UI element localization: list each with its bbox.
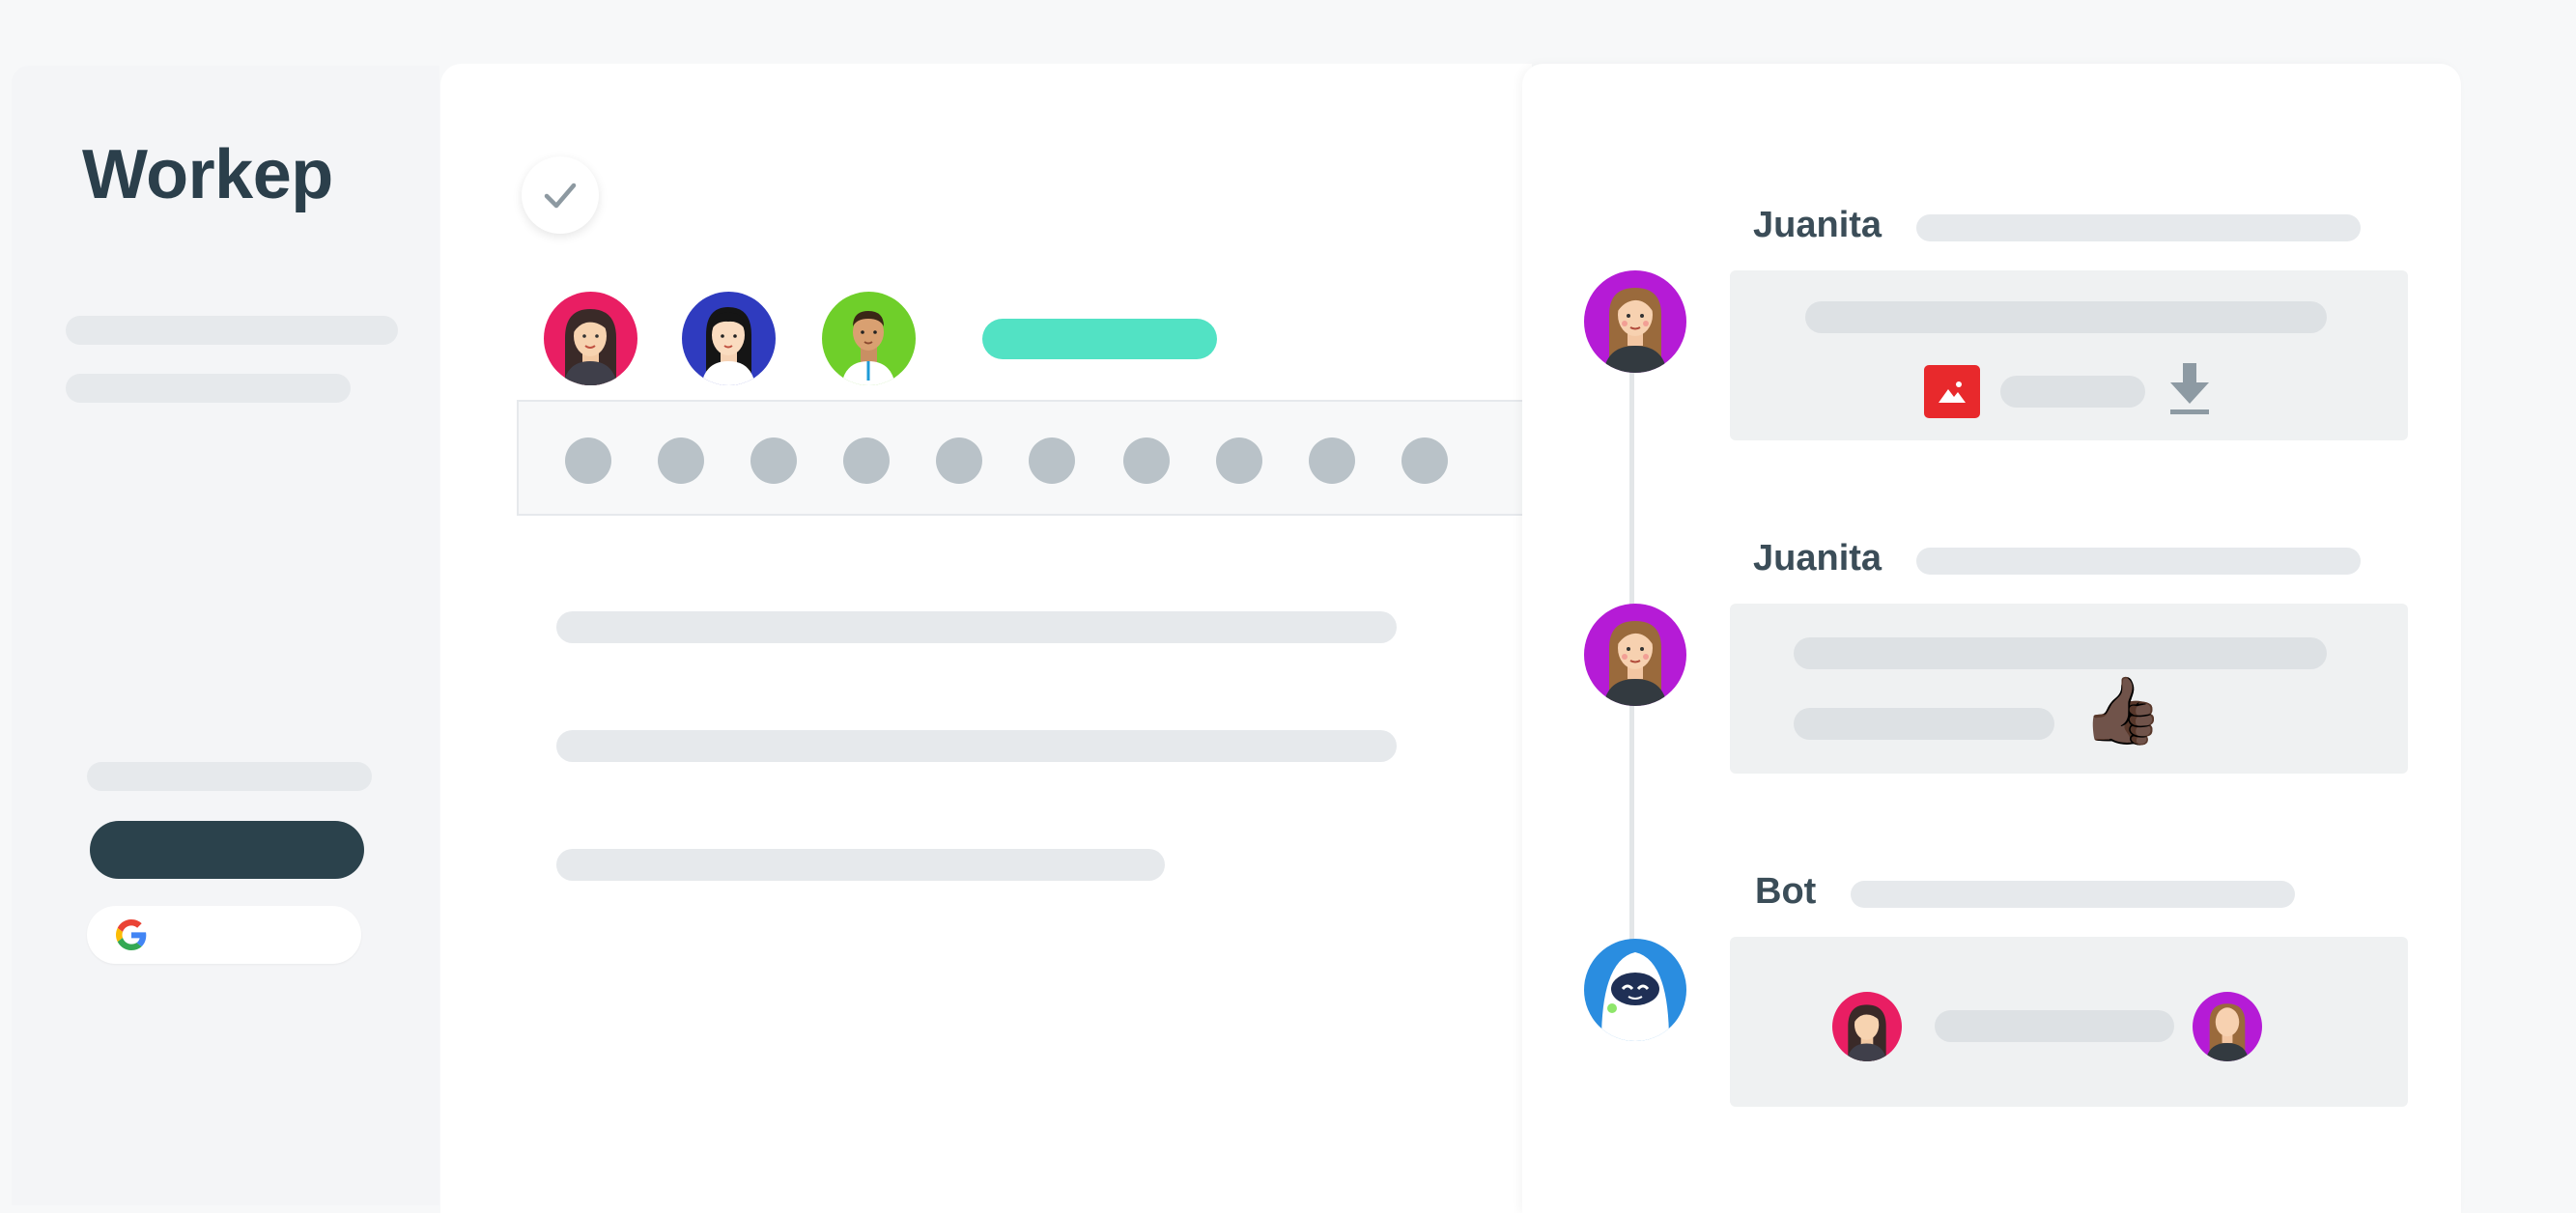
description-line [556, 611, 1397, 643]
signin-button[interactable] [90, 821, 364, 879]
message-meta-line [1851, 881, 2295, 908]
description-line [556, 849, 1165, 881]
sidebar-placeholder-line [66, 316, 398, 345]
message-meta-line [1916, 214, 2361, 241]
step-dot[interactable] [1401, 437, 1448, 484]
step-dot[interactable] [750, 437, 797, 484]
step-dot[interactable] [1216, 437, 1262, 484]
check-icon [544, 183, 577, 209]
step-dot[interactable] [1029, 437, 1075, 484]
google-signin-button[interactable] [87, 906, 361, 964]
brand-logo: Workep [82, 136, 333, 213]
assignee-avatar[interactable] [822, 292, 916, 385]
message-meta-line [1916, 548, 2361, 575]
step-dot[interactable] [843, 437, 890, 484]
download-icon[interactable] [2167, 361, 2214, 422]
assignee-avatar[interactable] [682, 292, 776, 385]
message-text-line [1805, 301, 2327, 333]
step-dot[interactable] [565, 437, 611, 484]
author-avatar[interactable] [1584, 604, 1686, 706]
thumbs-up-icon[interactable]: 👍🏿 [2081, 678, 2164, 744]
step-dot[interactable] [936, 437, 982, 484]
step-dot[interactable] [658, 437, 704, 484]
mention-avatar[interactable] [2193, 992, 2262, 1061]
sidebar-placeholder-line [87, 762, 372, 791]
author-avatar[interactable] [1584, 270, 1686, 373]
message-text-line [1935, 1010, 2174, 1042]
status-pill[interactable] [982, 319, 1217, 359]
message-author: Juanita [1753, 205, 1882, 245]
sidebar-placeholder-line [66, 374, 351, 403]
message-bubble [1730, 270, 2408, 440]
assignee-avatar[interactable] [544, 292, 637, 385]
image-icon[interactable] [1924, 365, 1980, 418]
bot-avatar[interactable] [1584, 939, 1686, 1041]
progress-steps [517, 400, 1541, 516]
message-bubble [1730, 604, 2408, 774]
description-line [556, 730, 1397, 762]
step-dot[interactable] [1123, 437, 1170, 484]
attachment-name-line [2000, 376, 2145, 408]
complete-task-button[interactable] [522, 156, 599, 234]
message-author: Bot [1755, 871, 1817, 912]
mention-avatar[interactable] [1832, 992, 1902, 1061]
message-author: Juanita [1753, 538, 1882, 578]
sidebar: Workep [12, 66, 439, 1205]
google-icon [116, 919, 147, 950]
message-text-line [1794, 708, 2054, 740]
step-dot[interactable] [1309, 437, 1355, 484]
message-text-line [1794, 637, 2327, 669]
